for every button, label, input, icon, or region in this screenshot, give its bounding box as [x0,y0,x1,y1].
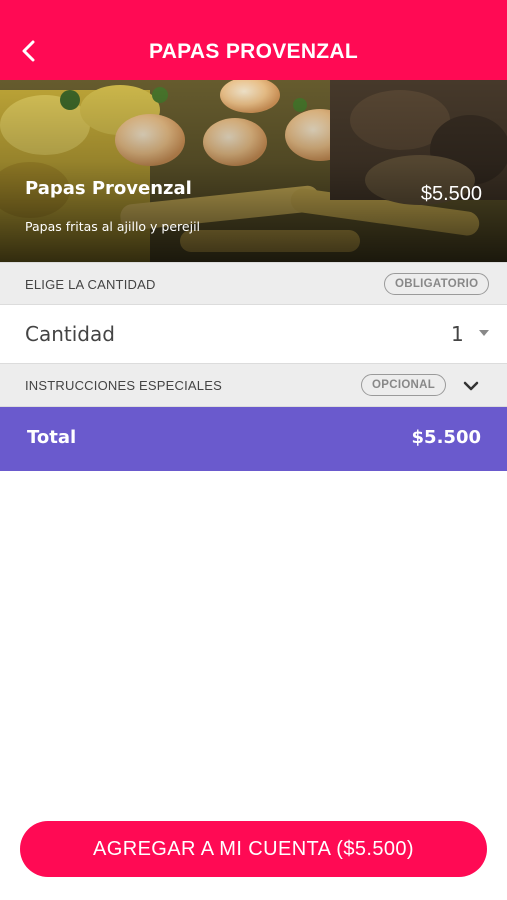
chevron-down-icon [463,381,479,391]
quantity-value[interactable]: 1 [451,322,464,346]
caret-down-icon [479,330,489,336]
add-to-account-button[interactable]: AGREGAR A MI CUENTA ($5.500) [20,821,487,877]
quantity-section-header: ELIGE LA CANTIDAD OBLIGATORIO [0,262,507,305]
total-value: $5.500 [411,427,481,448]
back-button[interactable] [14,36,44,66]
quantity-label: Cantidad [25,322,115,346]
product-name: Papas Provenzal [25,178,192,199]
product-description: Papas fritas al ajillo y perejil [25,219,201,234]
optional-badge: OPCIONAL [361,374,447,396]
total-bar: Total $5.500 [0,407,507,471]
add-to-account-label: AGREGAR A MI CUENTA ($5.500) [93,837,414,860]
instructions-section-label: INSTRUCCIONES ESPECIALES [25,378,222,393]
page-title: PAPAS PROVENZAL [148,39,359,63]
product-price: $5.500 [420,183,482,205]
required-badge: OBLIGATORIO [384,273,490,295]
total-label: Total [27,427,77,448]
product-image [0,80,507,262]
special-instructions-toggle[interactable]: INSTRUCCIONES ESPECIALES OPCIONAL [0,363,507,407]
quantity-section-label: ELIGE LA CANTIDAD [25,277,156,292]
quantity-selector[interactable]: Cantidad 1 [0,305,507,363]
food-photo [0,80,507,262]
app-header: PAPAS PROVENZAL [0,0,507,80]
chevron-left-icon [22,40,35,62]
